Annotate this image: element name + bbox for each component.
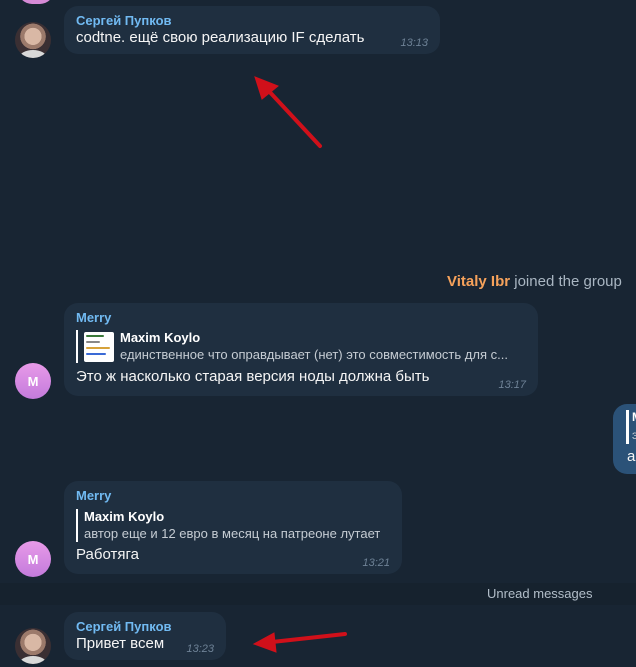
annotation-arrows	[252, 76, 347, 653]
annotation-arrow-lower	[252, 632, 347, 653]
chat-history[interactable]: Сергей Пупков codtne. ещё свою реализаци…	[0, 0, 636, 667]
annotation-arrow-upper	[254, 76, 322, 148]
